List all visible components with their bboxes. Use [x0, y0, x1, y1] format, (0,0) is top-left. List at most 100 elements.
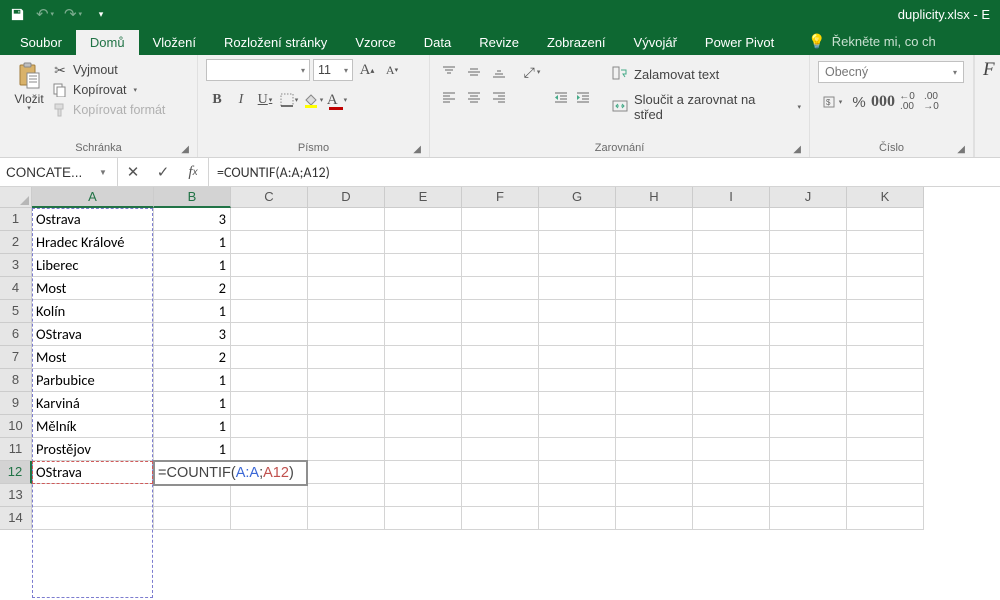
cell[interactable]	[770, 254, 847, 277]
cell[interactable]	[693, 507, 770, 530]
row-header-11[interactable]: 11	[0, 438, 32, 461]
decrease-indent-button[interactable]	[550, 86, 572, 108]
cell[interactable]	[616, 254, 693, 277]
cell[interactable]	[770, 323, 847, 346]
cell[interactable]	[308, 254, 385, 277]
cell[interactable]	[462, 507, 539, 530]
cell[interactable]	[32, 507, 154, 530]
cell[interactable]	[539, 323, 616, 346]
cell[interactable]	[539, 231, 616, 254]
cell[interactable]	[770, 346, 847, 369]
col-header-h[interactable]: H	[616, 187, 693, 208]
col-header-b[interactable]: B	[154, 187, 231, 208]
cell[interactable]	[462, 461, 539, 484]
cell[interactable]	[32, 484, 154, 507]
cell[interactable]	[462, 438, 539, 461]
cell[interactable]	[693, 484, 770, 507]
cell[interactable]	[385, 484, 462, 507]
cell[interactable]	[308, 277, 385, 300]
cell[interactable]	[308, 507, 385, 530]
cell[interactable]	[693, 254, 770, 277]
cell[interactable]	[847, 323, 924, 346]
col-header-c[interactable]: C	[231, 187, 308, 208]
cell[interactable]	[847, 507, 924, 530]
cell[interactable]	[693, 415, 770, 438]
cell[interactable]	[539, 300, 616, 323]
font-color-button[interactable]: A▾	[326, 89, 348, 111]
row-header-12[interactable]: 12	[0, 461, 32, 484]
cell[interactable]	[462, 231, 539, 254]
cell[interactable]	[693, 277, 770, 300]
cell[interactable]	[539, 346, 616, 369]
cell[interactable]	[539, 415, 616, 438]
formula-input[interactable]	[209, 158, 1000, 186]
borders-button[interactable]: ▾	[278, 89, 300, 111]
cell[interactable]	[770, 300, 847, 323]
cell[interactable]: 3	[154, 323, 231, 346]
cell[interactable]: Most	[32, 346, 154, 369]
cell[interactable]	[308, 323, 385, 346]
col-header-g[interactable]: G	[539, 187, 616, 208]
cell[interactable]	[385, 231, 462, 254]
underline-button[interactable]: U▾	[254, 89, 276, 111]
row-header-2[interactable]: 2	[0, 231, 32, 254]
cell[interactable]	[308, 438, 385, 461]
cell[interactable]	[616, 438, 693, 461]
col-header-j[interactable]: J	[770, 187, 847, 208]
cell[interactable]: OStrava	[32, 461, 154, 484]
percent-button[interactable]: %	[848, 91, 870, 113]
cell[interactable]	[693, 231, 770, 254]
cell[interactable]	[847, 369, 924, 392]
cell[interactable]	[231, 323, 308, 346]
name-box-input[interactable]	[0, 165, 92, 180]
cell[interactable]	[462, 254, 539, 277]
tab-formulas[interactable]: Vzorce	[341, 30, 409, 55]
cell[interactable]	[539, 254, 616, 277]
wrap-text-button[interactable]: Zalamovat text	[612, 65, 801, 84]
cell[interactable]	[462, 208, 539, 231]
cell[interactable]	[308, 231, 385, 254]
cell[interactable]	[616, 507, 693, 530]
row-header-7[interactable]: 7	[0, 346, 32, 369]
cell[interactable]	[847, 208, 924, 231]
tab-home[interactable]: Domů	[76, 30, 139, 55]
select-all-corner[interactable]	[0, 187, 32, 208]
cell[interactable]	[308, 300, 385, 323]
cell[interactable]	[462, 415, 539, 438]
cell[interactable]	[462, 392, 539, 415]
cell[interactable]	[385, 507, 462, 530]
cell[interactable]	[154, 484, 231, 507]
undo-icon[interactable]: ↶▾	[32, 2, 58, 26]
cell[interactable]	[539, 392, 616, 415]
chevron-down-icon[interactable]: ▼	[92, 168, 114, 177]
cell[interactable]	[462, 323, 539, 346]
col-header-a[interactable]: A	[32, 187, 154, 208]
cell[interactable]	[385, 461, 462, 484]
tab-page-layout[interactable]: Rozložení stránky	[210, 30, 341, 55]
tab-data[interactable]: Data	[410, 30, 465, 55]
align-right-button[interactable]	[488, 86, 510, 108]
cell[interactable]	[847, 231, 924, 254]
tab-powerpivot[interactable]: Power Pivot	[691, 30, 788, 55]
cell[interactable]: Karviná	[32, 392, 154, 415]
row-header-9[interactable]: 9	[0, 392, 32, 415]
cell[interactable]: 1	[154, 254, 231, 277]
cell[interactable]	[231, 415, 308, 438]
col-header-e[interactable]: E	[385, 187, 462, 208]
cell[interactable]	[385, 277, 462, 300]
cell[interactable]	[308, 415, 385, 438]
cell[interactable]	[770, 438, 847, 461]
cell[interactable]: 1	[154, 438, 231, 461]
cell[interactable]: 1	[154, 392, 231, 415]
col-header-f[interactable]: F	[462, 187, 539, 208]
name-box[interactable]: ▼	[0, 158, 118, 186]
cell[interactable]	[308, 392, 385, 415]
cell[interactable]	[385, 300, 462, 323]
cell[interactable]	[847, 254, 924, 277]
cell[interactable]: 1	[154, 369, 231, 392]
cell-editor[interactable]: =COUNTIF(A:A;A12)	[153, 460, 308, 486]
cell[interactable]	[385, 369, 462, 392]
cell[interactable]	[616, 231, 693, 254]
row-header-6[interactable]: 6	[0, 323, 32, 346]
cell[interactable]	[231, 300, 308, 323]
